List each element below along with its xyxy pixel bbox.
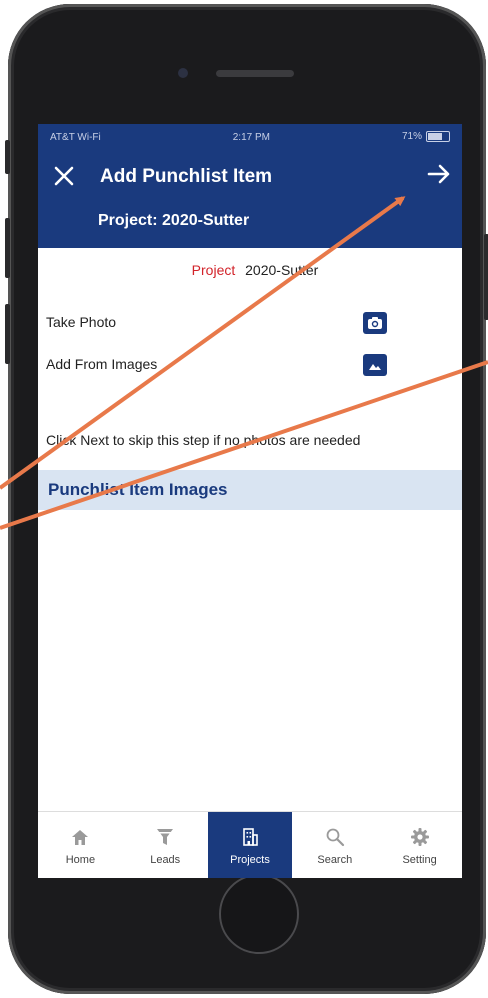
search-icon <box>325 824 345 850</box>
status-time: 2:17 PM <box>232 131 270 143</box>
tab-home[interactable]: Home <box>38 812 123 878</box>
carrier-label: AT&T Wi-Fi <box>50 131 101 143</box>
project-value: 2020-Sutter <box>245 262 319 278</box>
page-subtitle: Project: 2020-Sutter <box>98 212 250 229</box>
home-button[interactable] <box>219 874 299 954</box>
battery-indicator: 71% <box>401 131 450 143</box>
bottom-tab-bar: Home Leads Projects Search Setting <box>38 811 462 878</box>
home-icon <box>70 824 90 850</box>
project-info: Project 2020-Sutter <box>48 262 462 290</box>
volume-down-button <box>5 304 10 364</box>
take-photo-label: Take Photo <box>46 314 117 330</box>
close-button[interactable] <box>50 164 78 192</box>
mute-switch <box>5 140 10 174</box>
building-icon <box>241 824 259 850</box>
app-screen: AT&T Wi-Fi 2:17 PM 71% Add Punchlist Ite… <box>38 124 462 878</box>
volume-up-button <box>5 218 10 278</box>
tab-projects-label: Projects <box>230 854 270 866</box>
add-from-images-option[interactable]: Add From Images <box>38 352 462 400</box>
app-header: Add Punchlist Item Project: 2020-Sutter <box>38 150 462 248</box>
project-label: Project <box>191 262 236 278</box>
tab-setting[interactable]: Setting <box>377 812 462 878</box>
next-button[interactable] <box>426 162 452 192</box>
front-camera <box>178 68 188 78</box>
section-title: Punchlist Item Images <box>48 480 228 499</box>
take-photo-option[interactable]: Take Photo <box>38 304 462 352</box>
gear-icon <box>410 824 430 850</box>
image-icon[interactable] <box>363 354 387 376</box>
power-button <box>484 234 488 320</box>
tab-home-label: Home <box>65 854 96 866</box>
earpiece-speaker <box>216 70 294 77</box>
tab-leads-label: Leads <box>150 854 181 866</box>
tab-projects[interactable]: Projects <box>207 812 293 878</box>
arrow-right-icon <box>427 164 450 184</box>
tab-search-label: Search <box>317 854 353 866</box>
battery-icon <box>426 131 450 143</box>
skip-hint: Click Next to skip this step if no photo… <box>46 432 361 448</box>
close-icon <box>54 166 74 186</box>
punchlist-images-section: Punchlist Item Images <box>38 470 462 510</box>
page-title: Add Punchlist Item <box>100 166 273 187</box>
battery-percent: 71% <box>401 131 422 143</box>
tab-leads[interactable]: Leads <box>123 812 208 878</box>
funnel-icon <box>156 824 174 850</box>
camera-icon[interactable] <box>363 312 387 334</box>
add-from-images-label: Add From Images <box>46 356 158 372</box>
status-bar: AT&T Wi-Fi 2:17 PM 71% <box>38 124 462 150</box>
tab-search[interactable]: Search <box>292 812 377 878</box>
tab-setting-label: Setting <box>402 854 437 866</box>
